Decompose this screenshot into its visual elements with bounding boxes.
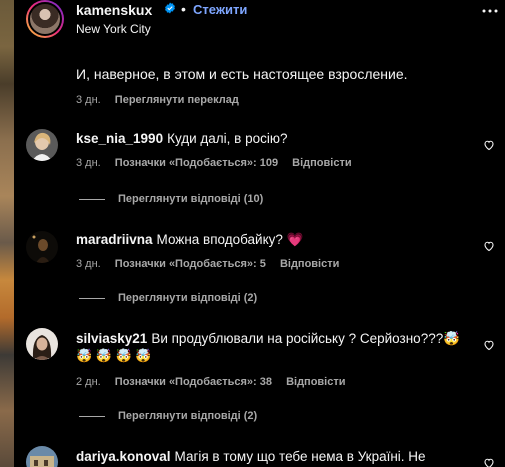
- heart-icon[interactable]: [483, 457, 495, 467]
- comment-avatar[interactable]: [26, 328, 58, 360]
- comment-avatar[interactable]: [26, 129, 58, 161]
- view-replies-label: Переглянути відповіді (2): [118, 410, 258, 422]
- comment-text: Можна вподобайку? 💗: [156, 232, 304, 247]
- comment-avatar-photo: [26, 129, 58, 161]
- comment-username[interactable]: kse_nia_1990: [76, 131, 163, 146]
- comment-meta: 3 дн. Позначки «Подобається»: 109 Відпов…: [76, 157, 363, 169]
- replies-divider-line: [79, 297, 105, 299]
- verified-badge-icon: [165, 2, 175, 14]
- post-caption: И, наверное, в этом и есть настоящее взр…: [76, 66, 408, 82]
- comment-username[interactable]: silviasky21: [76, 331, 147, 346]
- comment-body: dariya.konoval Магія в тому що тебе нема …: [76, 449, 426, 464]
- comment-text-continuation: 🤯 🤯 🤯 🤯: [76, 348, 152, 363]
- comment-meta: 2 дн. Позначки «Подобається»: 38 Відпові…: [76, 376, 357, 388]
- replies-divider-line: [79, 415, 105, 417]
- caption-age: 3 дн.: [76, 94, 101, 106]
- reply-button[interactable]: Відповісти: [286, 376, 345, 388]
- heart-icon[interactable]: [483, 339, 495, 351]
- comment-avatar[interactable]: [26, 231, 58, 263]
- header-separator: •: [181, 1, 186, 17]
- see-translation-link[interactable]: Переглянути переклад: [115, 94, 239, 106]
- comment-likes-count[interactable]: Позначки «Подобається»: 38: [115, 376, 272, 388]
- comment-text: Ви продублювали на російську ? Серйозно?…: [151, 331, 461, 346]
- author-username[interactable]: kamenskux: [76, 2, 152, 18]
- view-replies-button[interactable]: Переглянути відповіді (10): [79, 193, 263, 205]
- comment-meta: 3 дн. Позначки «Подобається»: 5 Відповіс…: [76, 258, 350, 270]
- post-header: kamenskux • Стежити New York City: [14, 0, 505, 44]
- comment-body: silviasky21 Ви продублювали на російську …: [76, 331, 460, 347]
- view-replies-label: Переглянути відповіді (2): [118, 292, 258, 304]
- replies-divider-line: [79, 198, 105, 200]
- comment-text: Куди далі, в росію?: [167, 131, 288, 146]
- post-comments-view: kamenskux • Стежити New York City И, нав…: [0, 0, 505, 467]
- comment-avatar-photo: [26, 328, 58, 360]
- post-location[interactable]: New York City: [76, 22, 151, 36]
- comment-age: 3 дн.: [76, 157, 101, 169]
- comment-body: maradriivna Можна вподобайку? 💗: [76, 232, 303, 248]
- view-replies-button[interactable]: Переглянути відповіді (2): [79, 292, 257, 304]
- more-options-icon[interactable]: [481, 8, 499, 14]
- reply-button[interactable]: Відповісти: [292, 157, 351, 169]
- author-avatar[interactable]: [26, 0, 64, 38]
- comment-age: 2 дн.: [76, 376, 101, 388]
- reply-button[interactable]: Відповісти: [280, 258, 339, 270]
- comment-likes-count[interactable]: Позначки «Подобається»: 109: [115, 157, 278, 169]
- background-photo-edge: [0, 0, 14, 467]
- comment-age: 3 дн.: [76, 258, 101, 270]
- comment-body: kse_nia_1990 Куди далі, в росію?: [76, 131, 288, 146]
- caption-meta: 3 дн. Переглянути переклад: [76, 94, 250, 106]
- view-replies-label: Переглянути відповіді (10): [118, 193, 264, 205]
- comment-avatar-photo: [26, 231, 58, 263]
- comment-likes-count[interactable]: Позначки «Подобається»: 5: [115, 258, 266, 270]
- comment-username[interactable]: maradriivna: [76, 232, 153, 247]
- heart-icon[interactable]: [483, 139, 495, 151]
- comment-text: Магія в тому що тебе нема в Україні. Не: [174, 449, 426, 464]
- heart-icon[interactable]: [483, 240, 495, 252]
- author-avatar-photo: [28, 2, 62, 36]
- comment-username[interactable]: dariya.konoval: [76, 449, 171, 464]
- follow-button[interactable]: Стежити: [193, 2, 247, 17]
- view-replies-button[interactable]: Переглянути відповіді (2): [79, 410, 257, 422]
